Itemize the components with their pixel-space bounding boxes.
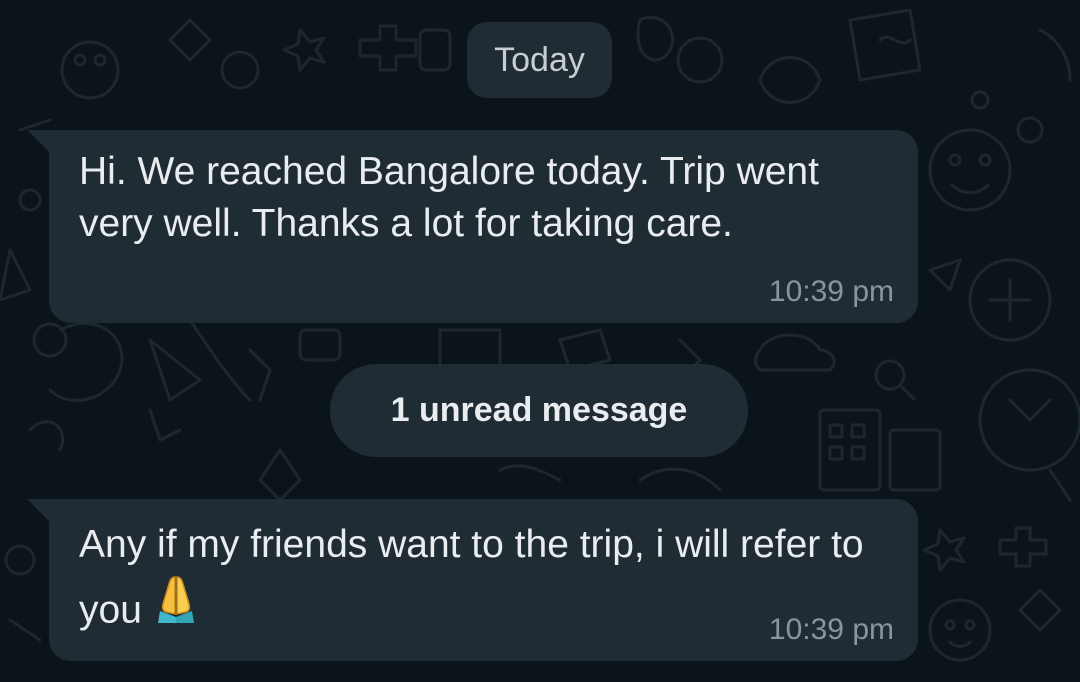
message-bubble-incoming[interactable]: Any if my friends want to the trip, i wi…: [27, 499, 918, 661]
unread-messages-separator: 1 unread message: [330, 364, 748, 457]
message-bubble-incoming[interactable]: Hi. We reached Bangalore today. Trip wen…: [27, 130, 918, 323]
message-timestamp: 10:39 pm: [768, 275, 894, 308]
message-text: Hi. We reached Bangalore today. Trip wen…: [79, 150, 819, 245]
folded-hands-icon: [154, 573, 198, 643]
chat-view[interactable]: Today Hi. We reached Bangalore today. Tr…: [0, 0, 1080, 682]
message-text-container: Any if my friends want to the trip, i wi…: [79, 513, 879, 647]
message-timestamp: 10:39 pm: [768, 613, 894, 646]
bubble-tail: [27, 499, 53, 525]
date-separator: Today: [467, 22, 612, 98]
date-separator-label: Today: [494, 40, 585, 79]
bubble-tail: [27, 130, 53, 156]
unread-messages-label: 1 unread message: [390, 391, 688, 429]
